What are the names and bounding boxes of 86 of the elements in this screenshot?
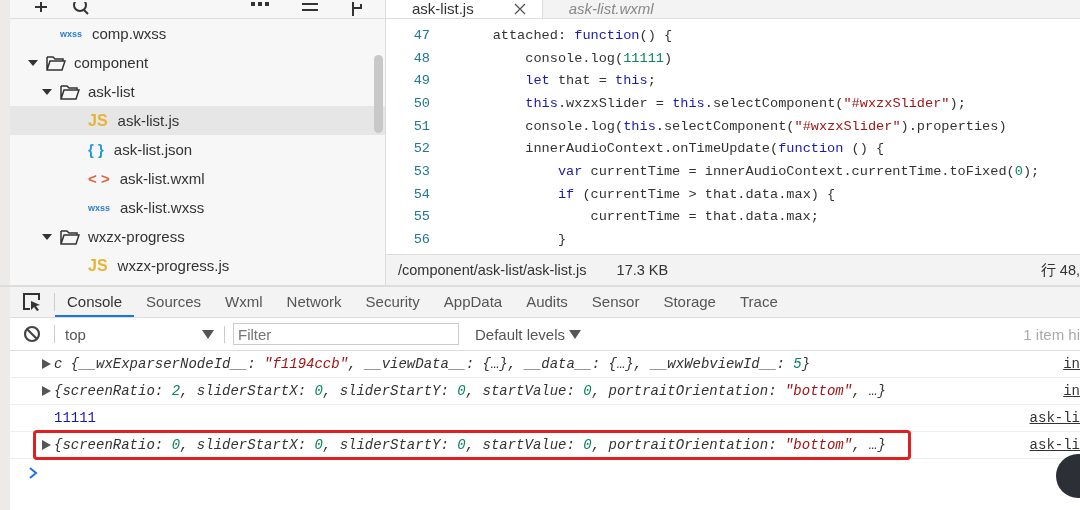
code-line: currentTime = that.data.max; [589,209,819,225]
folder-icon [60,83,80,100]
devtools-tab[interactable]: Storage [651,287,728,317]
devtools-tab[interactable]: Trace [727,287,790,317]
line-number: 47 [412,27,431,43]
expand-icon[interactable] [40,439,52,451]
close-icon[interactable] [513,3,526,15]
file-name: comp.wxss [92,25,167,42]
code-line: console.log(this.selectComponent("#wxzxSlider").properties) [524,118,1007,134]
folder-row[interactable]: ask-list [10,77,385,106]
file-path: /component/ask-list/ask-list.js [398,262,587,278]
devtools-tab[interactable]: Wxml [213,287,275,317]
folder-icon [60,228,80,245]
code-line: let that = this; [524,73,656,89]
log-message: {screenRatio: 2, sliderStartX: 0, sliderStartY: 0, startValue: 0, portraitOrientation: "bottom", …} [54,383,886,399]
file-name: wxzx-progress.js [117,257,230,274]
code-line: if (currentTime > that.data.max) { [556,186,836,202]
code-line: attached: function() { [491,27,673,43]
log-message: {screenRatio: 0, sliderStartX: 0, sliderStartY: 0, startValue: 0, portraitOrientation: "bottom", …} [54,437,886,453]
folder-row[interactable]: wxzx-progress [10,222,385,251]
devtools-tab[interactable]: Sources [134,287,214,317]
dropdown-icon [202,329,214,339]
file-row[interactable]: wxss ask-list.wxss [10,193,385,222]
caret-icon[interactable] [42,86,52,97]
source-link[interactable]: in [1063,383,1080,399]
file-row[interactable]: < > ask-list.wxml [10,164,385,193]
line-number: 48 [412,50,431,66]
expand-icon[interactable] [40,385,52,397]
file-tab[interactable]: ask-list.js [386,0,543,18]
dropdown-icon [569,329,582,339]
file-row[interactable]: JS wxzx-progress.js [10,251,385,280]
file-type-icon: wxss [88,202,111,213]
file-row[interactable]: { } ask-list.json [10,135,385,164]
prompt-icon [28,467,38,479]
source-link[interactable]: in [1063,356,1080,372]
code-line: console.log(11111) [524,50,673,66]
devtools-tab[interactable]: AppData [431,287,515,317]
file-row[interactable]: JS ask-list.js [10,106,385,135]
inspect-icon[interactable] [22,292,42,312]
file-type-icon: JS [88,111,108,130]
caret-icon[interactable] [28,57,38,68]
clear-icon[interactable] [23,325,41,343]
devtools-tab[interactable]: Audits [514,287,580,317]
source-link[interactable]: ask-li [1029,437,1080,453]
folder-icon [46,54,66,71]
cursor-position: 行 48, [1040,260,1080,280]
file-row[interactable]: wxss comp.wxss [10,19,385,48]
code-line: } [556,232,567,248]
file-type-icon: wxss [60,28,83,39]
log-message: 11111 [54,410,96,426]
file-name: ask-list.wxml [119,170,205,187]
line-number: 50 [412,95,431,111]
log-message: c {__wxExparserNodeId__: "f1194ccb", __viewData__: {…}, __data__: {…}, __wxWebviewId__: 5} [54,356,811,372]
filter-field[interactable]: Filter [233,323,459,345]
devtools-tab[interactable]: Console [55,287,135,317]
file-name: ask-list.wxss [120,199,205,216]
folder-row[interactable]: component [10,48,385,77]
line-number: 55 [412,209,431,225]
file-size: 17.3 KB [616,262,669,278]
file-name: ask-list.json [113,141,193,158]
file-type-icon: JS [88,256,108,275]
caret-icon[interactable] [42,231,52,242]
source-link[interactable]: ask-li [1029,410,1080,426]
file-type-icon: { } [88,141,104,158]
folder-name: wxzx-progress [88,228,185,245]
code-line: this.wxzxSlider = this.selectComponent("#wxzxSlider"); [524,95,966,111]
scrollbar[interactable] [374,55,383,133]
line-number: 49 [412,73,431,89]
context-dropdown[interactable]: top [55,325,225,343]
line-number: 56 [412,232,431,248]
code-line: var currentTime = innerAudioContext.currentTime.toFixed(0); [556,163,1040,179]
devtools-tab[interactable]: Sensor [579,287,652,317]
folder-name: component [74,54,149,71]
folder-name: ask-list [88,83,135,100]
hidden-count: 1 item hi [1023,325,1080,343]
devtools-tab[interactable]: Security [353,287,432,317]
line-number: 53 [412,163,431,179]
file-type-icon: < > [88,170,110,187]
line-number: 51 [412,118,431,134]
levels-dropdown[interactable]: Default levels [469,324,588,344]
devtools-tab[interactable]: Network [274,287,354,317]
line-number: 54 [412,186,431,202]
line-number: 52 [412,141,431,157]
expand-icon[interactable] [40,358,52,370]
code-line: innerAudioContext.onTimeUpdate(function () { [524,141,885,157]
file-name: ask-list.js [117,112,180,129]
